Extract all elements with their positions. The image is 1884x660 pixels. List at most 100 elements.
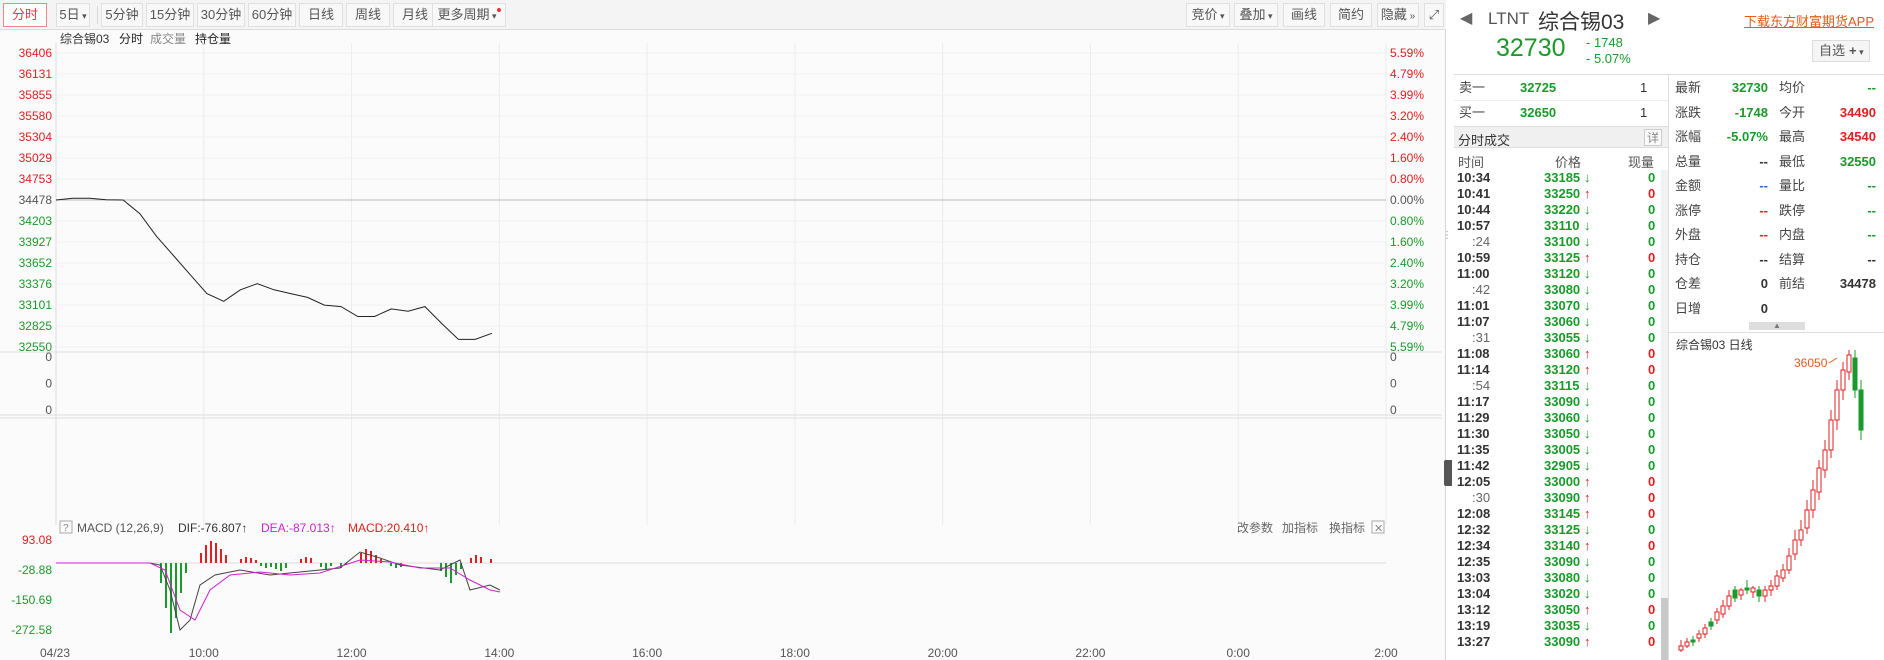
- macd-switch-indicator[interactable]: 换指标: [1329, 520, 1365, 535]
- trades-detail-button[interactable]: 详: [1644, 129, 1662, 146]
- trade-row: 10:34 33185 ↓ 0: [1454, 170, 1660, 186]
- period-60min[interactable]: 60分钟: [248, 3, 296, 27]
- macd-bar-up: [300, 559, 302, 563]
- trade-qty: 0: [1648, 186, 1656, 201]
- time-axis-label: 0:00: [1227, 646, 1251, 660]
- macd-add-indicator[interactable]: 加指标: [1282, 520, 1318, 535]
- trade-qty: 0: [1648, 522, 1656, 537]
- daily-candle-up: [1696, 633, 1702, 639]
- panel-splitter[interactable]: ⋮: [1442, 230, 1452, 242]
- stats-row: 总量 -- 最低 32550: [1669, 150, 1884, 174]
- stats-collapse[interactable]: ▲: [1669, 321, 1884, 331]
- period-5day[interactable]: 5日 ▾: [56, 3, 90, 27]
- stat-label: 涨停: [1675, 202, 1702, 218]
- trade-time: 11:17: [1457, 394, 1490, 409]
- trade-price: 33125: [1544, 522, 1581, 537]
- subtab-intraday[interactable]: 分时: [119, 32, 143, 46]
- chart-canvas[interactable]: 综合锡03 分时 成交量 持仓量 36406 36131 35855 35580 353…: [0, 30, 1446, 660]
- period-30min[interactable]: 30分钟: [197, 3, 245, 27]
- overlay-button[interactable]: 叠加 ▾: [1234, 3, 1278, 27]
- percent-tick-label: 2.40%: [1390, 130, 1424, 144]
- trade-price: 33090: [1544, 394, 1581, 409]
- hide-label: 隐藏: [1380, 7, 1407, 22]
- trade-qty: 0: [1648, 634, 1656, 649]
- macd-dea: DEA:-87.013↑: [261, 521, 336, 535]
- auction-button[interactable]: 竞价 ▾: [1186, 3, 1230, 27]
- time-axis-label: 14:00: [484, 646, 514, 660]
- arrow-up-icon: ↑: [1584, 538, 1591, 553]
- trade-time: :42: [1472, 282, 1491, 297]
- trades-scrollbar[interactable]: [1661, 170, 1668, 660]
- macd-bar-down: [270, 563, 272, 567]
- trade-price: 33115: [1544, 378, 1580, 393]
- period-weekly[interactable]: 周线: [346, 3, 390, 27]
- stat-label: 日增: [1675, 300, 1702, 316]
- daily-candle-up: [1810, 489, 1816, 511]
- trade-row: :42 33080 ↓ 0: [1454, 282, 1660, 298]
- trade-price: 33035: [1544, 618, 1581, 633]
- price-change-pct: - 5.07%: [1586, 51, 1631, 66]
- period-15min[interactable]: 15分钟: [146, 3, 194, 27]
- fullscreen-icon[interactable]: ⤢: [1424, 3, 1444, 27]
- period-more[interactable]: 更多周期 ▾: [432, 3, 506, 27]
- last-price: 32730: [1496, 34, 1566, 62]
- trade-time: 11:08: [1457, 346, 1490, 361]
- arrow-down-icon: ↓: [1584, 426, 1591, 441]
- trade-qty: 0: [1648, 378, 1656, 393]
- macd-bar-down: [320, 563, 322, 567]
- percent-axis: 5.59% 4.79% 3.99% 3.20% 2.40% 1.60% 0.80% 0.00%…: [1390, 46, 1424, 354]
- stat-value: 32730: [1731, 80, 1768, 95]
- stat-value: --: [1759, 178, 1768, 193]
- arrow-down-icon: ↓: [1584, 522, 1591, 537]
- prev-symbol-icon[interactable]: ◀: [1460, 8, 1472, 28]
- daily-candle-up: [1678, 645, 1684, 651]
- add-watchlist-button[interactable]: 自选 + ▾: [1812, 40, 1870, 62]
- percent-tick-label: 4.79%: [1390, 319, 1424, 333]
- time-axis-label: 12:00: [337, 646, 367, 660]
- trade-time: 12:05: [1457, 474, 1491, 489]
- daily-candle-up: [1822, 449, 1828, 471]
- simple-mode-button[interactable]: 简约: [1330, 3, 1372, 27]
- subtab-volume[interactable]: 成交量: [150, 31, 186, 46]
- subtab-open-interest[interactable]: 持仓量: [195, 31, 231, 46]
- arrow-down-icon: ↓: [1584, 570, 1591, 585]
- volume-tick-label: 0: [45, 377, 52, 391]
- stats-row: 最新 32730 均价 --: [1669, 76, 1884, 100]
- daily-candle-up: [1750, 587, 1756, 593]
- arrow-up-icon: ↑: [1584, 506, 1591, 521]
- period-daily[interactable]: 日线: [299, 3, 343, 27]
- period-intraday[interactable]: 分时: [3, 3, 47, 27]
- trade-qty: 0: [1648, 474, 1656, 489]
- next-symbol-icon[interactable]: ▶: [1648, 8, 1660, 28]
- daily-candle-down: [1852, 357, 1858, 391]
- trade-qty: 0: [1648, 442, 1656, 457]
- daily-candle-up: [1714, 611, 1720, 621]
- orderbook-price: 32725: [1520, 80, 1557, 95]
- daily-kline-chart[interactable]: 36050: [1669, 350, 1884, 660]
- price-tick-label: 32825: [19, 319, 53, 333]
- scrollbar-thumb[interactable]: [1661, 598, 1668, 660]
- collapse-right-icon[interactable]: [1444, 460, 1452, 486]
- period-monthly[interactable]: 月线: [393, 3, 437, 27]
- macd-tick-label: 93.08: [22, 533, 52, 547]
- percent-tick-label: 2.40%: [1390, 256, 1424, 270]
- macd-bar-up: [210, 541, 212, 563]
- trade-row: 12:08 33145 ↑ 0: [1454, 506, 1660, 522]
- download-app-link[interactable]: 下载东方财富期货APP: [1744, 11, 1874, 30]
- app-window: 分时 5日 ▾ 5分钟 15分钟 30分钟 60分钟 日线 周线 月线 更多周期…: [0, 0, 1884, 660]
- time-axis-label: 20:00: [928, 646, 958, 660]
- trade-time: 10:44: [1457, 202, 1491, 217]
- volume-tick-label: 0: [45, 350, 52, 364]
- price-line: [55, 197, 493, 340]
- divider: [1669, 332, 1884, 333]
- stat-value: --: [1867, 80, 1876, 95]
- stat-label: 今开: [1779, 104, 1806, 120]
- draw-line-button[interactable]: 画线: [1283, 3, 1325, 27]
- macd-histogram: [160, 541, 492, 633]
- period-5min[interactable]: 5分钟: [101, 3, 143, 27]
- hide-button[interactable]: 隐藏 »: [1377, 3, 1419, 27]
- daily-candle-down: [1744, 587, 1750, 591]
- price-tick-label: 34203: [19, 214, 53, 228]
- macd-edit-params[interactable]: 改参数: [1237, 520, 1273, 535]
- trade-qty: 0: [1648, 330, 1656, 345]
